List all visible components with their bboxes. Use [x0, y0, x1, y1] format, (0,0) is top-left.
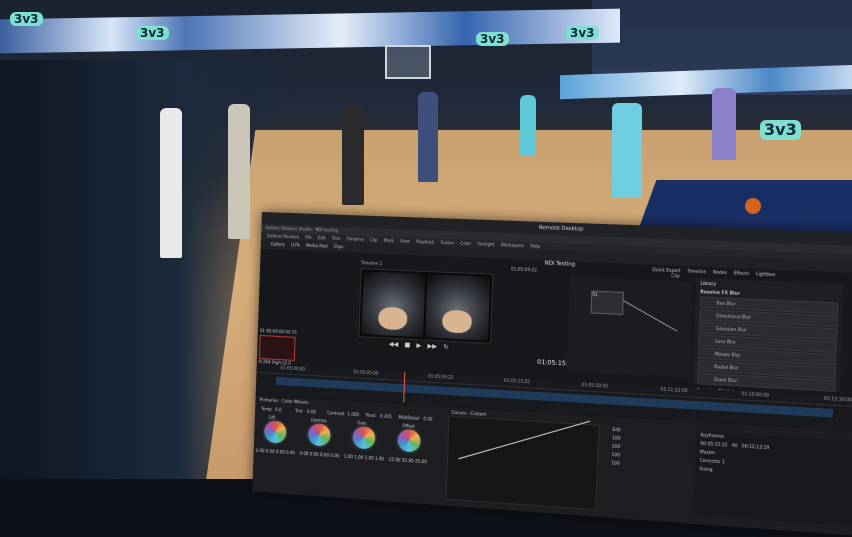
lift-wheel[interactable] — [261, 418, 289, 446]
menu-item[interactable]: Mark — [384, 237, 394, 245]
keyframe-filter[interactable]: All — [732, 443, 738, 449]
tint-label: Tint — [294, 408, 303, 414]
person — [228, 104, 250, 239]
ruler-tick: 01:05:05:00 — [353, 369, 379, 376]
contrast-value[interactable]: 1.000 — [347, 411, 359, 417]
gamma-wheel[interactable] — [305, 420, 333, 449]
play-icon[interactable]: ▶ — [416, 342, 421, 349]
monitor: Remote Desktop DaVinci Resolve Studio - … — [252, 212, 852, 537]
gallery-button[interactable]: Gallery — [271, 239, 286, 250]
middetail-value[interactable]: 0.00 — [423, 416, 432, 422]
node-connection — [623, 300, 678, 332]
node-editor[interactable]: 01 — [566, 277, 693, 378]
ruler-tick: 01:05:09:22 — [427, 373, 454, 380]
loop-icon[interactable]: ↻ — [443, 343, 448, 350]
vr-right-eye — [425, 274, 491, 341]
clip-meta: 01 00:00:00:00 V1 — [259, 327, 298, 335]
logo-3v3: 3v3 — [760, 120, 801, 140]
wheel-values: 25.00 25.00 25.00 — [388, 456, 427, 465]
menu-item[interactable]: Playback — [416, 238, 435, 246]
tab-effects[interactable]: Effects — [734, 270, 750, 276]
ruler-tick: 01:11:22:00 — [660, 386, 688, 394]
transport-controls: ◀◀ ■ ▶ ▶▶ ↻ — [389, 341, 449, 351]
wheel-values: 0.00 0.00 0.00 0.00 — [299, 450, 340, 459]
luts-button[interactable]: LUTs — [291, 240, 300, 250]
basketball-hoop — [385, 45, 431, 79]
hand-image — [442, 309, 473, 334]
color-node[interactable]: 01 — [590, 290, 624, 315]
menu-item[interactable]: Fairlight — [477, 240, 495, 248]
logo-3v3: 3v3 — [476, 32, 509, 46]
menu-item[interactable]: Workspace — [501, 241, 524, 249]
curve-line[interactable] — [458, 420, 591, 460]
stop-icon[interactable]: ■ — [404, 341, 410, 348]
ruler-tick: 01:05:20:00 — [581, 381, 609, 389]
pivot-label: Pivot — [365, 412, 376, 419]
vr-left-eye — [361, 271, 426, 338]
ruler-tick: 01:15:10:00 — [823, 395, 852, 403]
middetail-label: Mid/Detail — [398, 414, 420, 421]
basketball — [745, 198, 761, 214]
clips-button[interactable]: Clips — [333, 242, 344, 252]
ruler-tick: 01:05:00:00 — [280, 365, 306, 372]
tab-nodes[interactable]: Nodes — [713, 269, 727, 275]
temp-value[interactable]: 0.0 — [275, 407, 282, 412]
person — [342, 105, 364, 205]
wheel-values: 0.00 0.00 0.00 0.00 — [255, 447, 296, 456]
contrast-label: Contrast — [327, 410, 345, 417]
logo-3v3: 3v3 — [136, 26, 169, 40]
rewind-icon[interactable]: ◀◀ — [389, 341, 399, 349]
ruler-tick: 01:10:00:00 — [741, 390, 770, 398]
curve-edit-panel: Edit 100 100 100 100 — [605, 425, 685, 514]
person — [712, 88, 736, 160]
keyframe-end-timecode: 00:12:13:19 — [741, 443, 770, 451]
viewer-zoom-select[interactable]: Clip — [671, 273, 680, 282]
person — [612, 103, 642, 198]
temp-label: Temp — [261, 406, 272, 412]
curves-editor[interactable]: Curves - Custom — [445, 410, 600, 511]
logo-3v3: 3v3 — [566, 26, 599, 40]
primaries-label: Primaries - Color Wheels — [259, 396, 309, 405]
clip-thumbnail[interactable] — [258, 334, 296, 361]
hand-image — [378, 306, 408, 331]
menu-item[interactable]: Clip — [370, 236, 378, 243]
menu-item[interactable]: Fusion — [441, 239, 455, 247]
person — [520, 95, 536, 155]
tint-value[interactable]: 0.00 — [307, 409, 316, 415]
pivot-value[interactable]: 0.435 — [380, 413, 392, 419]
gain-wheel[interactable] — [350, 423, 378, 452]
person — [418, 92, 438, 182]
viewer-timecode-small: 01:05:09:22 — [510, 266, 538, 273]
keyframe-timecode: 00:05:15:22 — [700, 440, 728, 448]
menu-item[interactable]: Color — [460, 240, 471, 248]
effects-library: Library Resolve FX Blur Box Blur Directi… — [692, 278, 844, 395]
tab-lightbox[interactable]: Lightbox — [756, 271, 776, 277]
curves-label: Curves - Custom — [451, 409, 487, 417]
menu-item[interactable]: View — [400, 237, 410, 245]
forward-icon[interactable]: ▶▶ — [427, 343, 437, 351]
keyframes-panel: Keyframes 00:05:15:22 All 00:12:13:19 Ma… — [693, 430, 852, 528]
tab-timeline[interactable]: Timeline — [687, 268, 706, 274]
offset-wheel[interactable] — [395, 426, 423, 455]
video-viewer[interactable] — [358, 268, 494, 344]
menu-item[interactable]: Timeline — [346, 235, 364, 243]
logo-3v3: 3v3 — [10, 12, 43, 26]
wheel-values: 1.00 1.00 1.00 1.00 — [343, 453, 385, 462]
ruler-tick: 01:05:15:22 — [503, 377, 530, 385]
menu-item[interactable]: Help — [530, 242, 540, 250]
person — [160, 108, 182, 258]
